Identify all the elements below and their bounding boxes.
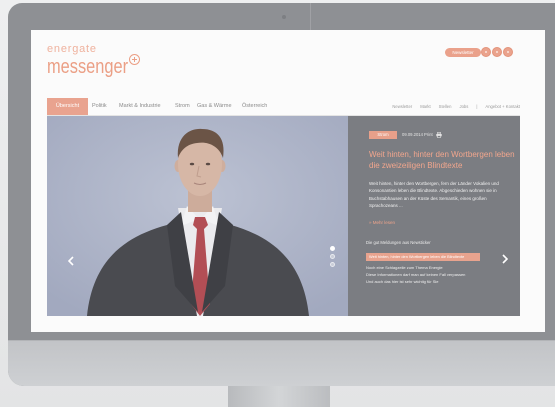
chevron-left-icon[interactable] [68,256,74,266]
bezel-reflection [310,3,311,30]
article-teaser: Weit hinten, hinter den Wortbergen, fern… [369,181,499,208]
news-list-item[interactable]: Diese Informationen darf man auf keinen … [366,271,465,278]
logo-energate: energate [47,43,97,55]
read-more-link[interactable]: » Mehr lesen [369,220,395,226]
plus-circle-icon [129,54,140,65]
nav-link-stellen[interactable]: Stellen [439,104,452,109]
social-media-icon[interactable] [492,47,502,57]
tab-strom[interactable]: Strom [175,98,190,115]
tab-markt-industrie[interactable]: Markt & Industrie [119,98,161,115]
tab-uebersicht[interactable]: Übersicht [47,98,88,115]
monitor-frame: energate messenger Newsletter Übersicht … [8,3,555,386]
printer-icon[interactable] [436,132,442,138]
slider-dot[interactable] [330,254,335,259]
article-date: 09.09.2014 [402,132,423,137]
monitor-screen: energate messenger Newsletter Übersicht … [31,30,545,332]
chevron-right-icon[interactable] [502,254,508,264]
slider-dot[interactable] [330,246,335,251]
monitor-stand [228,386,330,407]
news-list-item[interactable]: Noch eine Schlagzeile zum Thema Energie [366,264,443,271]
news-list-item-active[interactable]: Weit hinten, hinter den Wortbergen leben… [366,253,480,261]
article-headline[interactable]: Weit hinten, hinter den Wortbergen leben… [369,150,519,171]
nav-separator: | [476,104,478,109]
scene: energate messenger Newsletter Übersicht … [0,0,555,407]
social-media-icon[interactable] [503,47,513,57]
secondary-nav: Newsletter Markt Stellen Jobs | Angebot … [392,98,520,115]
nav-link-kontakt[interactable]: Angebot + Kontakt [485,104,520,109]
camera-icon [282,15,286,19]
nav-link-markt[interactable]: Markt [420,104,430,109]
nav-link-jobs[interactable]: Jobs [459,104,468,109]
news-list-item[interactable]: Und auch das hier ist sehr wichtig für S… [366,278,438,285]
newsletter-button[interactable]: Newsletter [445,48,481,57]
hero-image [47,116,348,316]
tab-politik[interactable]: Politik [92,98,107,115]
print-link[interactable]: Print [424,131,433,139]
monitor-chin [8,340,555,386]
tab-oesterreich[interactable]: Österreich [242,98,267,115]
nav-link-newsletter[interactable]: Newsletter [392,104,412,109]
social-media-icon[interactable] [481,47,491,57]
news-list-title: Die gut Meldungen aus Newsticker [366,240,431,245]
hero-panel: Strom 09.09.2014 Print Weit hinten, hint… [348,116,520,316]
category-tag[interactable]: Strom [369,131,397,139]
tab-gas-waerme[interactable]: Gas & Wärme [197,98,232,115]
portrait-photo [47,116,348,316]
slider-dot[interactable] [330,262,335,267]
logo-messenger: messenger [47,56,129,78]
